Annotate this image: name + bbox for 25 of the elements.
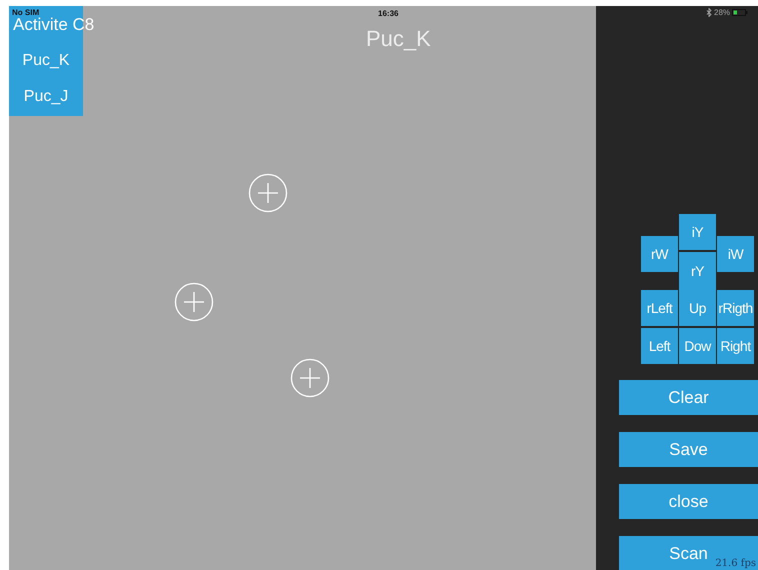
action-button[interactable]: close <box>619 484 758 519</box>
crosshair-icon <box>248 173 288 213</box>
action-button[interactable]: Save <box>619 432 758 467</box>
pad-button[interactable]: iY <box>679 214 716 250</box>
crosshair-icon <box>174 282 214 322</box>
pad-button[interactable]: Right <box>717 328 754 364</box>
fps-counter: 21.6 fps <box>715 558 756 569</box>
menu-item[interactable]: Puc_J <box>9 87 83 107</box>
status-carrier: No SIM <box>12 8 40 17</box>
pad-button[interactable]: iW <box>717 236 754 272</box>
status-time: 16:36 <box>378 9 398 18</box>
pad-button[interactable]: rRigth <box>717 290 754 326</box>
screen-title: Puc_K <box>366 25 431 53</box>
pad-button[interactable]: Dow <box>679 328 716 364</box>
battery-icon <box>732 9 748 16</box>
pad-button[interactable]: rW <box>641 236 678 272</box>
action-button[interactable]: Clear <box>619 380 758 415</box>
pad-button[interactable]: rLeft <box>641 290 678 326</box>
pad-button[interactable]: Up <box>679 290 716 326</box>
pad-button[interactable]: Left <box>641 328 678 364</box>
crosshair-icon <box>290 358 330 398</box>
menu-item[interactable]: Puc_K <box>9 51 83 71</box>
battery-percent: 28% <box>714 8 730 17</box>
bluetooth-icon <box>706 8 712 17</box>
pad-button[interactable]: rY <box>679 252 716 290</box>
